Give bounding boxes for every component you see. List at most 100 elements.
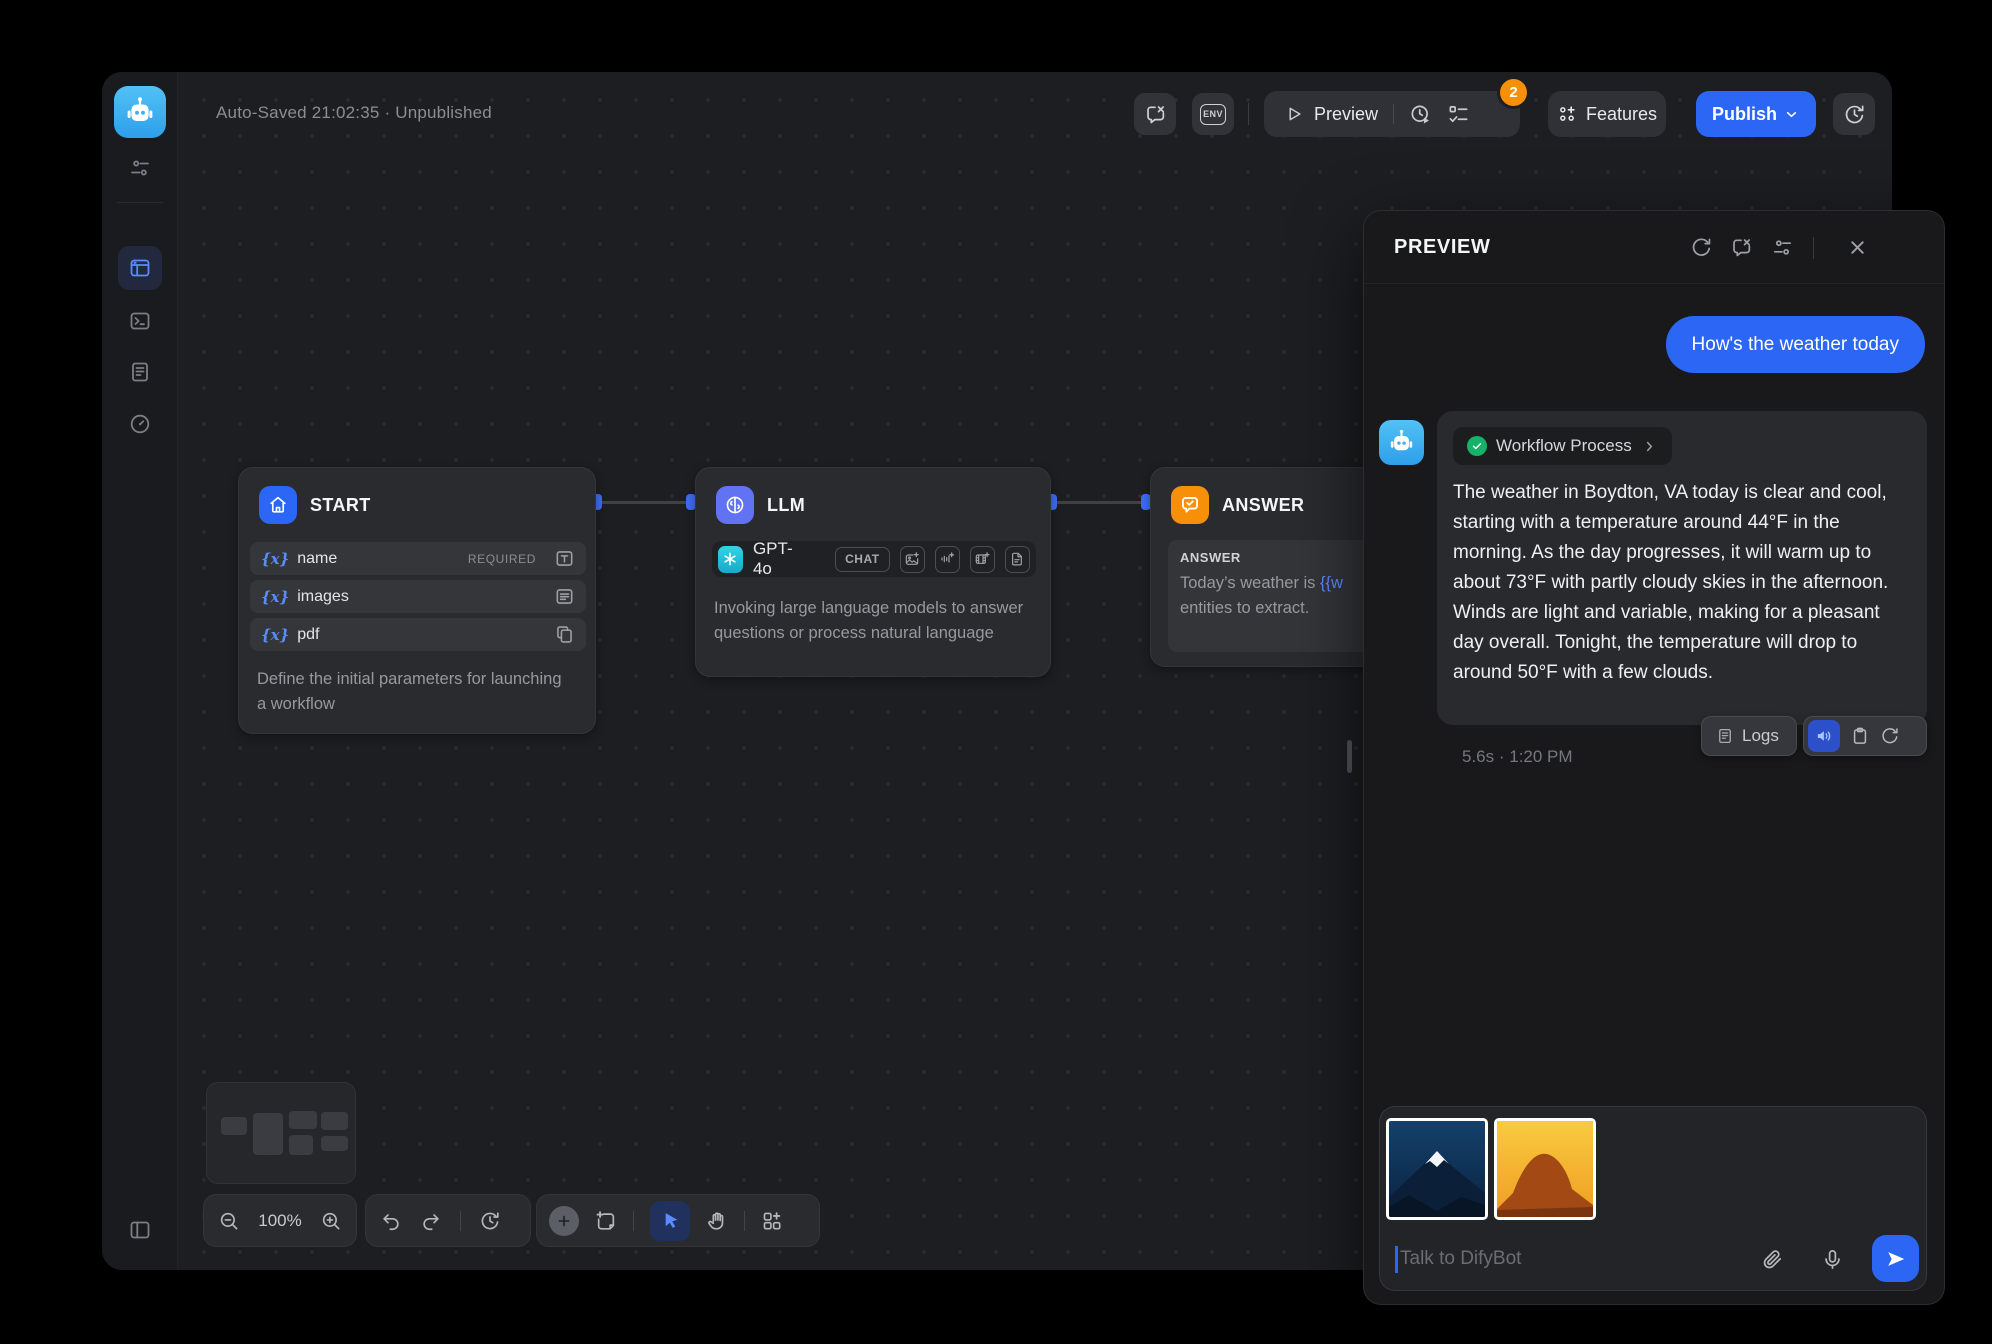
- audio-capability-icon: [935, 546, 960, 573]
- preview-panel-header: PREVIEW: [1364, 211, 1944, 284]
- node-answer-header: ANSWER: [1171, 486, 1304, 524]
- autosave-status: Auto-Saved 21:02:35 · Unpublished: [216, 103, 492, 123]
- chat-mode-badge: CHAT: [835, 547, 889, 572]
- change-history-icon[interactable]: [479, 1210, 501, 1232]
- paragraph-type-icon: [554, 586, 575, 607]
- llm-model-selector[interactable]: GPT-4o CHAT: [712, 541, 1036, 577]
- minimap-node: [253, 1113, 283, 1155]
- message-meta: 5.6s · 1:20 PM: [1462, 747, 1573, 767]
- attach-file-paperclip-icon[interactable]: [1761, 1248, 1784, 1271]
- preview-panel-title: PREVIEW: [1394, 236, 1490, 259]
- undo-toolbar: [365, 1194, 531, 1247]
- run-toolbar-divider: [1393, 104, 1394, 124]
- zoom-out-icon[interactable]: [218, 1210, 240, 1232]
- send-icon: [1885, 1248, 1907, 1270]
- home-icon: [259, 486, 297, 524]
- logs-button[interactable]: Logs: [1701, 716, 1797, 756]
- zoom-toolbar: 100%: [203, 1194, 357, 1247]
- canvas-minimap[interactable]: [206, 1082, 356, 1184]
- add-node-button[interactable]: [549, 1206, 579, 1236]
- publish-label: Publish: [1712, 104, 1777, 125]
- preview-panel: PREVIEW How's the weather today Workflow…: [1363, 210, 1945, 1305]
- cursor-icon: [660, 1210, 681, 1231]
- field-name-label: pdf: [297, 626, 319, 644]
- zoom-level[interactable]: 100%: [252, 1211, 308, 1231]
- sidebar-item-orchestrate[interactable]: [118, 246, 162, 290]
- hand-mode-icon[interactable]: [706, 1210, 728, 1232]
- collapse-sidebar-icon[interactable]: [128, 1218, 152, 1242]
- send-message-button[interactable]: [1872, 1235, 1919, 1282]
- toolbar-divider: [1248, 103, 1249, 125]
- logs-icon: [1716, 727, 1734, 745]
- undo-icon[interactable]: [380, 1210, 402, 1232]
- start-field-name[interactable]: {x} name REQUIRED: [250, 542, 586, 575]
- panel-resize-handle[interactable]: [1347, 740, 1352, 773]
- window-icon: [128, 256, 152, 280]
- field-name-label: images: [297, 588, 349, 606]
- preview-run-button[interactable]: Preview: [1284, 104, 1378, 125]
- canvas-tools-toolbar: [536, 1194, 820, 1247]
- toolbar-divider: [633, 1211, 634, 1231]
- play-icon: [1284, 104, 1304, 124]
- node-llm[interactable]: LLM GPT-4o CHAT Invoking large language …: [695, 467, 1051, 677]
- chevron-down-icon: [1783, 106, 1800, 123]
- node-start-description: Define the initial parameters for launch…: [257, 667, 567, 717]
- chat-message-input[interactable]: [1400, 1239, 1750, 1279]
- add-note-icon[interactable]: [595, 1210, 617, 1232]
- restart-conversation-icon[interactable]: [1690, 236, 1713, 259]
- model-name: GPT-4o: [753, 539, 807, 579]
- close-panel-icon[interactable]: [1846, 236, 1869, 259]
- regenerate-icon[interactable]: [1880, 726, 1900, 746]
- workflow-process-toggle[interactable]: Workflow Process: [1453, 427, 1672, 465]
- features-button[interactable]: Features: [1548, 91, 1666, 137]
- env-variables-button[interactable]: ENV: [1192, 93, 1234, 135]
- version-history-button[interactable]: [1833, 93, 1875, 135]
- speaker-icon: [1815, 727, 1833, 745]
- checklist-badge: 2: [1500, 79, 1527, 106]
- node-llm-description: Invoking large language models to answer…: [714, 596, 1034, 646]
- field-name-label: name: [297, 550, 337, 568]
- attached-image-sunset-mountain[interactable]: [1494, 1118, 1596, 1220]
- node-start-title: START: [310, 495, 371, 516]
- app-logo-difybot[interactable]: [114, 86, 166, 138]
- copy-icon[interactable]: [1850, 726, 1870, 746]
- checklist-icon[interactable]: [1447, 103, 1470, 126]
- sidebar-item-api-terminal-icon[interactable]: [128, 309, 152, 333]
- conversation-settings-icon[interactable]: [1771, 236, 1794, 259]
- chevron-right-icon: [1641, 438, 1658, 455]
- run-history-icon[interactable]: [1409, 103, 1432, 126]
- annotation-button[interactable]: [1134, 93, 1176, 135]
- attached-image-night-mountain[interactable]: [1386, 1118, 1488, 1220]
- variable-token: {x}: [261, 626, 289, 644]
- edge-llm-answer: [1055, 501, 1143, 504]
- bot-message-text: The weather in Boydton, VA today is clea…: [1453, 478, 1911, 688]
- user-message-bubble: How's the weather today: [1666, 316, 1925, 373]
- required-badge: REQUIRED: [468, 552, 536, 566]
- minimap-node: [289, 1135, 313, 1155]
- features-icon: [1557, 104, 1577, 124]
- vision-capability-icon: [900, 546, 925, 573]
- publish-button[interactable]: Publish: [1696, 91, 1816, 137]
- minimap-node: [321, 1112, 348, 1130]
- pointer-mode-button[interactable]: [650, 1201, 690, 1241]
- minimap-node: [321, 1136, 348, 1151]
- files-type-icon: [554, 624, 575, 645]
- organize-nodes-icon[interactable]: [761, 1210, 783, 1232]
- features-label: Features: [1586, 104, 1657, 125]
- speak-aloud-button[interactable]: [1808, 720, 1840, 752]
- node-start[interactable]: START {x} name REQUIRED {x} images {x} p…: [238, 467, 596, 734]
- start-field-images[interactable]: {x} images: [250, 580, 586, 613]
- tune-settings-icon[interactable]: [128, 156, 152, 180]
- zoom-in-icon[interactable]: [320, 1210, 342, 1232]
- sidebar-item-logs-icon[interactable]: [128, 360, 152, 384]
- start-field-pdf[interactable]: {x} pdf: [250, 618, 586, 651]
- minimap-node: [289, 1111, 317, 1129]
- node-llm-title: LLM: [767, 495, 805, 516]
- video-capability-icon: [970, 546, 995, 573]
- robot-icon: [1386, 427, 1417, 458]
- preview-run-label: Preview: [1314, 104, 1378, 125]
- voice-input-mic-icon[interactable]: [1821, 1248, 1844, 1271]
- redo-icon[interactable]: [420, 1210, 442, 1232]
- sidebar-item-monitoring-icon[interactable]: [128, 412, 152, 436]
- clear-conversation-icon[interactable]: [1730, 236, 1753, 259]
